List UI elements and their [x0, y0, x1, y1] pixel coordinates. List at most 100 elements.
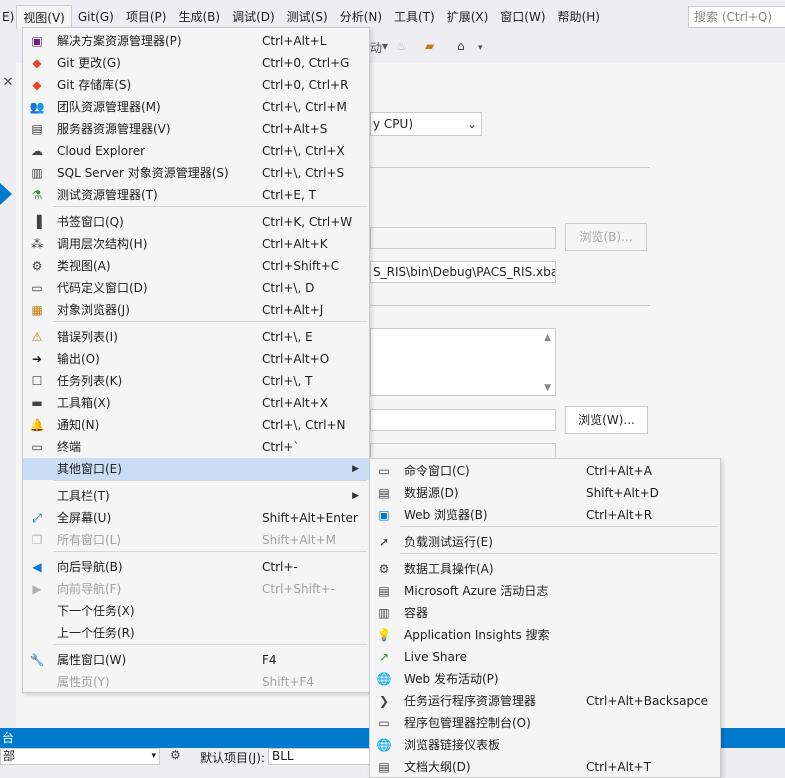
load-test-icon: ➚ [378, 535, 390, 549]
view-menu-item[interactable]: ◀ 向后导航(B) Ctrl+- [23, 556, 369, 578]
menu-item-label: 下一个任务(X) [57, 604, 135, 618]
menu-project[interactable]: 项目(P) [120, 5, 173, 29]
search-input[interactable]: 搜索 (Ctrl+Q) [688, 6, 785, 28]
home-icon[interactable]: ⌂ [457, 39, 465, 53]
view-menu-item[interactable]: ▥ SQL Server 对象资源管理器(S) Ctrl+\, Ctrl+S [23, 162, 369, 184]
view-menu-item[interactable]: 工具栏(T) ▶ [23, 485, 369, 507]
view-menu-item[interactable]: ⤢ 全屏幕(U) Shift+Alt+Enter [23, 507, 369, 529]
menu-item-shortcut: Ctrl+0, Ctrl+G [262, 56, 350, 70]
view-menu-item[interactable]: ▤ 服务器资源管理器(V) Ctrl+Alt+S [23, 118, 369, 140]
menu-debug[interactable]: 调试(D) [226, 5, 281, 29]
view-menu-item[interactable]: 👥 团队资源管理器(M) Ctrl+\, Ctrl+M [23, 96, 369, 118]
bookmark-icon: ▐ [32, 215, 42, 229]
view-menu-item[interactable]: ▭ 终端 Ctrl+` [23, 436, 369, 458]
start-url-field[interactable]: S_RIS\bin\Debug\PACS_RIS.xbap [370, 261, 556, 283]
menu-help[interactable]: 帮助(H) [552, 5, 606, 29]
flame-icon[interactable]: ♨ [396, 39, 407, 53]
view-menu-item[interactable]: ☐ 任务列表(K) Ctrl+\, T [23, 370, 369, 392]
data-tools-icon: ⚙ [378, 562, 390, 576]
other-windows-menu-item[interactable]: 🌐 Web 发布活动(P) [370, 668, 720, 690]
menu-item-label: Microsoft Azure 活动日志 [404, 584, 549, 598]
fullscreen-icon: ⤢ [32, 511, 42, 525]
other-windows-menu-item[interactable]: ↗ Live Share [370, 646, 720, 668]
view-menu-item[interactable]: ▐ 书签窗口(Q) Ctrl+K, Ctrl+W [23, 211, 369, 233]
other-windows-menu-item[interactable]: ❯ 任务运行程序资源管理器 Ctrl+Alt+Backsapce [370, 690, 720, 712]
working-directory-field[interactable] [370, 409, 556, 431]
menu-git[interactable]: Git(G) [72, 5, 120, 29]
view-menu-item[interactable]: ▭ 代码定义窗口(D) Ctrl+\, D [23, 277, 369, 299]
menu-window[interactable]: 窗口(W) [494, 5, 551, 29]
view-menu-item[interactable]: ⚗ 测试资源管理器(T) Ctrl+E, T [23, 184, 369, 206]
view-menu-item[interactable]: ⚠ 错误列表(I) Ctrl+\, E [23, 326, 369, 348]
view-menu-item[interactable]: 上一个任务(R) [23, 622, 369, 644]
default-project-label: 默认项目(J): [200, 751, 265, 765]
platform-combo[interactable]: y CPU) ⌄ [370, 112, 482, 136]
close-icon[interactable]: ✕ [0, 75, 16, 95]
menu-extensions[interactable]: 扩展(X) [441, 5, 495, 29]
menu-item-label: 解决方案资源管理器(P) [57, 34, 182, 48]
view-menu-item[interactable]: ◆ Git 存储库(S) Ctrl+0, Ctrl+R [23, 74, 369, 96]
view-menu-item[interactable]: 🔧 属性窗口(W) F4 [23, 649, 369, 671]
package-source-select[interactable]: 部 ▾ [0, 748, 160, 765]
other-windows-menu-item[interactable]: ▥ 容器 [370, 602, 720, 624]
settings-gear-icon[interactable]: ⚙ [170, 748, 181, 762]
default-project-select[interactable]: BLL [268, 748, 378, 765]
terminal-icon: ▭ [31, 440, 43, 454]
view-menu-item[interactable]: ▦ 对象浏览器(J) Ctrl+Alt+J [23, 299, 369, 321]
other-windows-menu-item[interactable]: ➚ 负载测试运行(E) [370, 531, 720, 553]
view-menu-item[interactable]: ➜ 输出(O) Ctrl+Alt+O [23, 348, 369, 370]
other-windows-menu-item[interactable]: ▤ Microsoft Azure 活动日志 [370, 580, 720, 602]
other-windows-menu-item[interactable]: ▤ 数据源(D) Shift+Alt+D [370, 482, 720, 504]
view-menu-item[interactable]: ▶ 向前导航(F) Ctrl+Shift+- [23, 578, 369, 600]
view-menu-item[interactable]: ☁ Cloud Explorer Ctrl+\, Ctrl+X [23, 140, 369, 162]
scroll-down-icon[interactable]: ▼ [544, 383, 551, 393]
menu-item-shortcut: Ctrl+\, E [262, 330, 313, 344]
menu-tools[interactable]: 工具(T) [388, 5, 441, 29]
view-menu-item[interactable]: 下一个任务(X) [23, 600, 369, 622]
menu-build[interactable]: 生成(B) [172, 5, 226, 29]
task-runner-icon: ❯ [378, 694, 390, 708]
view-menu-item[interactable]: ⚙ 类视图(A) Ctrl+Shift+C [23, 255, 369, 277]
menu-item-label: 向后导航(B) [57, 560, 123, 574]
arguments-textarea[interactable]: ▲ ▼ [370, 328, 556, 396]
chevron-down-icon[interactable]: ▾ [382, 39, 388, 53]
data-sources-icon: ▤ [378, 486, 390, 500]
view-menu-item[interactable]: 🔔 通知(N) Ctrl+\, Ctrl+N [23, 414, 369, 436]
browse-directory-button[interactable]: 浏览(W)... [565, 406, 648, 434]
menu-view[interactable]: 视图(V) [16, 4, 72, 29]
menu-item-label: SQL Server 对象资源管理器(S) [57, 166, 229, 180]
start-program-field[interactable] [370, 227, 556, 249]
other-windows-menu-item[interactable]: ▭ 程序包管理器控制台(O) [370, 712, 720, 734]
remote-machine-field[interactable] [370, 443, 556, 457]
menu-item-shortcut: Ctrl+Alt+X [262, 396, 328, 410]
menu-item-shortcut: Ctrl+Alt+Backsapce [586, 694, 709, 708]
other-windows-menu-item[interactable]: 💡 Application Insights 搜索 [370, 624, 720, 646]
command-window-icon: ▭ [378, 464, 390, 478]
view-menu-item[interactable]: ▣ 解决方案资源管理器(P) Ctrl+Alt+L [23, 30, 369, 52]
scroll-up-icon[interactable]: ▲ [544, 333, 551, 343]
view-menu-item[interactable]: 属性页(Y) Shift+F4 [23, 671, 369, 693]
other-windows-menu-item[interactable]: 🌐 浏览器链接仪表板 [370, 734, 720, 756]
menu-item-shortcut: F4 [262, 653, 277, 667]
menu-item-label: 对象浏览器(J) [57, 303, 130, 317]
menu-edit[interactable]: E) [0, 5, 16, 29]
view-menu-item[interactable]: ▬ 工具箱(X) Ctrl+Alt+X [23, 392, 369, 414]
toolbar-start-label[interactable]: 动 [370, 39, 382, 56]
menu-separator [400, 553, 718, 554]
other-windows-menu-item[interactable]: ▤ 文档大纲(D) Ctrl+Alt+T [370, 756, 720, 778]
other-windows-menu-item[interactable]: ⚙ 数据工具操作(A) [370, 558, 720, 580]
overflow-icon[interactable]: ▾ [478, 43, 483, 53]
menu-analyze[interactable]: 分析(N) [334, 5, 388, 29]
view-menu-item[interactable]: 其他窗口(E) ▶ [23, 458, 369, 480]
view-menu-item[interactable]: ⁂ 调用层次结构(H) Ctrl+Alt+K [23, 233, 369, 255]
other-windows-menu-item[interactable]: ▣ Web 浏览器(B) Ctrl+Alt+R [370, 504, 720, 526]
view-menu-item[interactable]: ◆ Git 更改(G) Ctrl+0, Ctrl+G [23, 52, 369, 74]
menu-item-label: 工具箱(X) [57, 396, 111, 410]
view-menu-item[interactable]: ❐ 所有窗口(L) Shift+Alt+M [23, 529, 369, 551]
other-windows-menu-item[interactable]: ▭ 命令窗口(C) Ctrl+Alt+A [370, 460, 720, 482]
menu-test[interactable]: 测试(S) [281, 5, 334, 29]
browse-program-button[interactable]: 浏览(B)... [565, 223, 647, 251]
menu-item-shortcut: Ctrl+Alt+S [262, 122, 328, 136]
platform-combo-value: y CPU) [373, 117, 413, 131]
folder-icon[interactable]: ▰ [425, 39, 434, 53]
